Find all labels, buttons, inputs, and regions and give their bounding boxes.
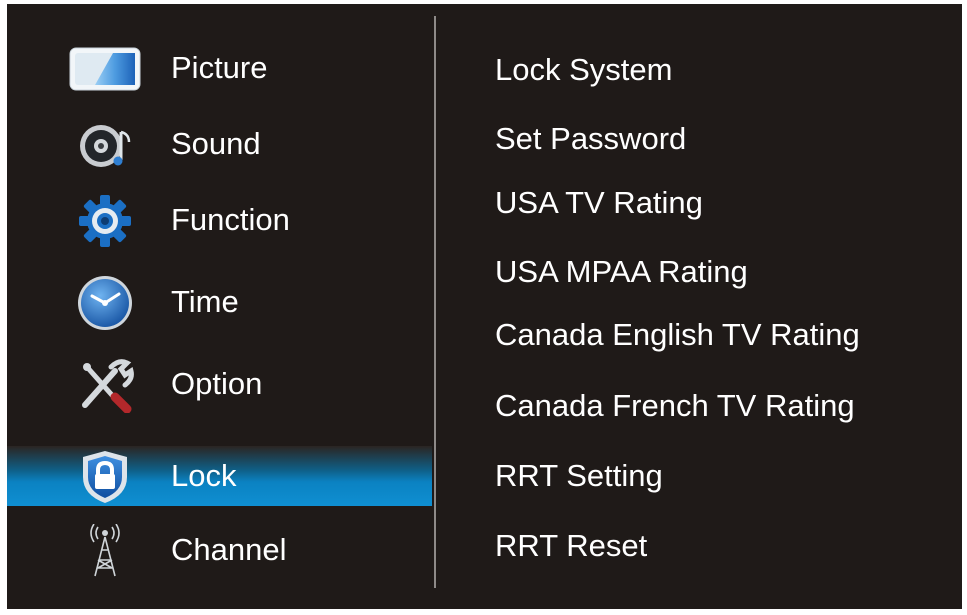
submenu-item-lock-system[interactable]: Lock System — [495, 52, 672, 88]
menu-item-lock[interactable]: Lock — [7, 446, 432, 506]
menu-label-sound: Sound — [171, 126, 261, 161]
menu-label-channel: Channel — [171, 532, 287, 567]
menu-item-sound[interactable]: Sound — [7, 114, 432, 174]
gear-icon — [69, 195, 141, 247]
tools-icon — [69, 359, 141, 413]
menu-label-option: Option — [171, 366, 263, 401]
menu-item-option[interactable]: Option — [7, 354, 432, 414]
menu-label-picture: Picture — [171, 50, 268, 85]
menu-item-channel[interactable]: Channel — [7, 520, 432, 580]
submenu-item-usa-tv-rating[interactable]: USA TV Rating — [495, 185, 703, 221]
submenu-item-set-password[interactable]: Set Password — [495, 121, 686, 157]
menu-label-function: Function — [171, 202, 290, 237]
submenu-item-canada-english-tv-rating[interactable]: Canada English TV Rating — [495, 317, 860, 353]
panel-divider — [434, 16, 436, 588]
speaker-icon — [69, 120, 141, 170]
submenu-item-rrt-setting[interactable]: RRT Setting — [495, 458, 663, 494]
lock-icon — [69, 451, 141, 503]
picture-icon — [69, 44, 141, 94]
submenu-item-rrt-reset[interactable]: RRT Reset — [495, 528, 647, 564]
antenna-icon — [69, 524, 141, 577]
clock-icon — [69, 276, 141, 330]
menu-item-function[interactable]: Function — [7, 190, 432, 250]
menu-label-lock: Lock — [171, 458, 237, 493]
submenu-item-canada-french-tv-rating[interactable]: Canada French TV Rating — [495, 388, 855, 424]
submenu-item-usa-mpaa-rating[interactable]: USA MPAA Rating — [495, 254, 748, 290]
menu-item-picture[interactable]: Picture — [7, 38, 432, 98]
tv-settings-screen: Picture Sound Function Time Option Lock … — [7, 4, 962, 609]
menu-label-time: Time — [171, 284, 239, 319]
menu-item-time[interactable]: Time — [7, 272, 432, 332]
